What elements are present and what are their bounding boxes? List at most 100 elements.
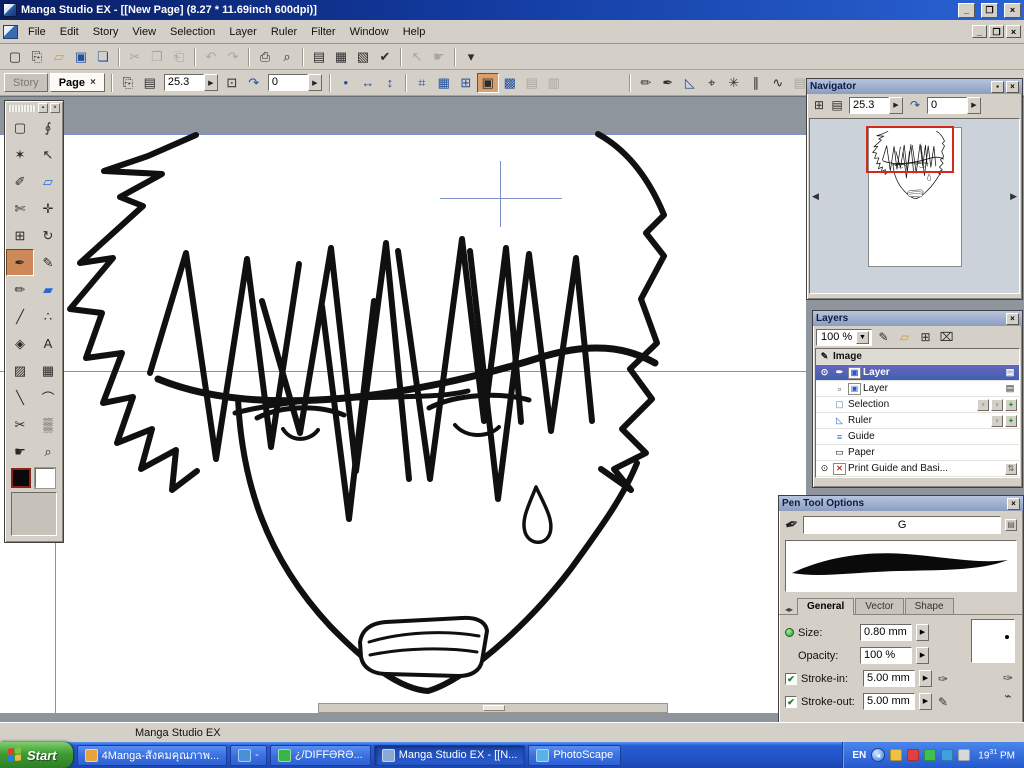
tab-scroll-icon[interactable]: ◂▸ <box>785 605 793 614</box>
line-tool[interactable]: ╲ <box>6 384 34 411</box>
tab-story[interactable]: Story <box>4 73 48 92</box>
close-button[interactable]: × <box>1004 2 1021 18</box>
add-selection-icon[interactable]: + <box>1005 398 1017 411</box>
move-tool[interactable]: ✛ <box>34 195 62 222</box>
tool-palette-titlebar[interactable]: ▪ × <box>6 102 62 114</box>
taskbar-task[interactable]: ¿/DIFFƏRƏ... <box>269 744 371 766</box>
snap-perspective-icon[interactable]: ⊞ <box>455 73 477 93</box>
background-color-swatch[interactable] <box>34 467 56 489</box>
preset-list-icon[interactable]: ▤ <box>1005 519 1017 531</box>
curve-tool[interactable]: ⌒ <box>34 384 62 411</box>
new-layer-icon[interactable]: ⊞ <box>916 328 935 346</box>
story-editor-icon[interactable]: ▤ <box>308 47 330 67</box>
maximize-button[interactable]: ❐ <box>981 2 998 18</box>
Filter[interactable]: Filter <box>304 23 342 41</box>
volume-icon[interactable] <box>958 749 971 761</box>
airbrush-tool[interactable]: ∴ <box>34 303 62 330</box>
size-arrow-icon[interactable]: ▶ <box>916 624 929 641</box>
rectangle-select-tool[interactable]: ▢ <box>6 114 34 141</box>
pen-options-titlebar[interactable]: Pen Tool Options × <box>779 496 1023 511</box>
rotate-canvas-tool[interactable]: ↻ <box>34 222 62 249</box>
navigator-preview[interactable]: ◀ ▶ <box>809 118 1020 294</box>
navigator-close-icon[interactable]: × <box>1006 80 1019 93</box>
print-icon[interactable]: ⎙ <box>254 47 276 67</box>
parallel-ruler-icon[interactable]: ∥ <box>745 73 767 93</box>
snap-tone-icon[interactable]: ▦ <box>433 73 455 93</box>
pencil-tool[interactable]: ✏ <box>6 276 34 303</box>
new-folder-icon[interactable]: ▱ <box>895 328 914 346</box>
visibility-eye-icon[interactable]: ⊙ <box>818 463 831 474</box>
nav-pages-icon[interactable]: ▤ <box>828 96 846 114</box>
nav-prev-page-icon[interactable]: ◀ <box>812 191 819 202</box>
delete-layer-icon[interactable]: ⌧ <box>937 328 956 346</box>
layer-row-paper[interactable]: ▭ Paper <box>816 445 1019 461</box>
pen-preset-dropdown[interactable]: G <box>803 516 1001 534</box>
zoom-spinner[interactable]: 25.3 ▶ <box>163 74 218 91</box>
opacity-arrow-icon[interactable]: ▶ <box>916 647 929 664</box>
tone-tool[interactable]: ▨ <box>6 357 34 384</box>
Selection[interactable]: Selection <box>163 23 222 41</box>
pen-options-close-icon[interactable]: × <box>1007 497 1020 510</box>
brush-tool[interactable]: ╱ <box>6 303 34 330</box>
taskbar-task[interactable]: 4Manga-สังคมคุณภาพ... <box>76 744 228 766</box>
taskbar-task[interactable]: Manga Studio EX - [[N... <box>373 744 526 766</box>
pen-mode-icon[interactable]: ✒ <box>657 73 679 93</box>
nav-zoom-arrow-icon[interactable]: ▶ <box>889 96 903 114</box>
pattern-tool[interactable]: ▦ <box>34 357 62 384</box>
open-icon[interactable]: ▱ <box>48 47 70 67</box>
rotate-ccw-icon[interactable]: ↷ <box>243 73 265 93</box>
palette-minimize-icon[interactable]: ▪ <box>38 103 48 113</box>
Layer[interactable]: Layer <box>222 23 264 41</box>
Ruler[interactable]: Ruler <box>264 23 304 41</box>
nav-fit-icon[interactable]: ⊞ <box>810 96 828 114</box>
layers-close-icon[interactable]: × <box>1006 312 1019 325</box>
undo-icon[interactable]: ↶ <box>200 47 222 67</box>
size-value[interactable]: 0.80 mm <box>860 624 912 641</box>
stroke-out-checkbox[interactable]: ✔ <box>785 695 797 708</box>
copy-icon[interactable]: ❐ <box>146 47 168 67</box>
compass-icon[interactable]: ⌖ <box>701 73 723 93</box>
redo-icon[interactable]: ↷ <box>222 47 244 67</box>
rotation-arrow-icon[interactable]: ▶ <box>307 74 322 91</box>
scissors-tool[interactable]: ✂ <box>6 411 34 438</box>
navigator-viewport-rect[interactable] <box>866 126 954 173</box>
page-canvas[interactable] <box>0 134 806 713</box>
minimize-button[interactable]: _ <box>958 2 975 18</box>
layer-row-print-guide[interactable]: ⊙ ✕ Print Guide and Basi... ⇅ <box>816 461 1019 477</box>
snap-focus-icon[interactable]: ▣ <box>476 72 499 93</box>
draft-pen-icon[interactable]: ✒ <box>833 367 846 378</box>
tab-general[interactable]: General <box>797 598 855 615</box>
wave-ruler-icon[interactable]: ∿ <box>767 73 789 93</box>
stroke-in-checkbox[interactable]: ✔ <box>785 672 797 685</box>
nav-next-page-icon[interactable]: ▶ <box>1010 191 1017 202</box>
layer-row-selection[interactable]: ▢ Selection ▫ ▫ + <box>816 397 1019 413</box>
grid-tool[interactable]: ⊞ <box>6 222 34 249</box>
layer-row[interactable]: ▫ ▣ Layer ▤ <box>816 381 1019 397</box>
nav-rotation-spinner[interactable]: 0 ▶ <box>927 96 981 114</box>
opacity-value[interactable]: 100 % <box>860 647 912 664</box>
Window[interactable]: Window <box>343 23 396 41</box>
dropdown-arrow-icon[interactable]: ▼ <box>856 330 869 344</box>
stroke-in-arrow-icon[interactable]: ▶ <box>919 670 932 687</box>
tab-page[interactable]: Page × <box>49 73 105 92</box>
stroke-dynamics-icon[interactable]: ⌁ <box>1003 689 1013 703</box>
pen-pressure-icon[interactable]: ✑ <box>1003 671 1013 685</box>
tray-clock[interactable]: 1931 PM <box>978 749 1015 761</box>
object-select-tool[interactable]: ↖ <box>34 141 62 168</box>
selection-eraser-tool[interactable]: ▱ <box>34 168 62 195</box>
selection-pen-tool[interactable]: ✐ <box>6 168 34 195</box>
save-all-icon[interactable]: ❏ <box>92 47 114 67</box>
selection-option-icon[interactable]: ▫ <box>991 398 1003 411</box>
navigator-minimize-icon[interactable]: ▪ <box>991 80 1004 93</box>
layer-row-guide[interactable]: ≡ Guide <box>816 429 1019 445</box>
materials-icon[interactable]: ▧ <box>352 47 374 67</box>
palette-grip[interactable] <box>8 104 36 112</box>
antivirus-icon[interactable] <box>907 749 920 761</box>
View[interactable]: View <box>125 23 163 41</box>
Story[interactable]: Story <box>86 23 126 41</box>
thumbnail-view-icon[interactable]: ▤ <box>139 73 161 93</box>
reset-view-icon[interactable]: • <box>335 73 357 93</box>
stroke-in-value[interactable]: 5.00 mm <box>863 670 915 687</box>
hand-mode-icon[interactable]: ☛ <box>428 47 450 67</box>
nav-rotation-value[interactable]: 0 <box>927 96 967 114</box>
